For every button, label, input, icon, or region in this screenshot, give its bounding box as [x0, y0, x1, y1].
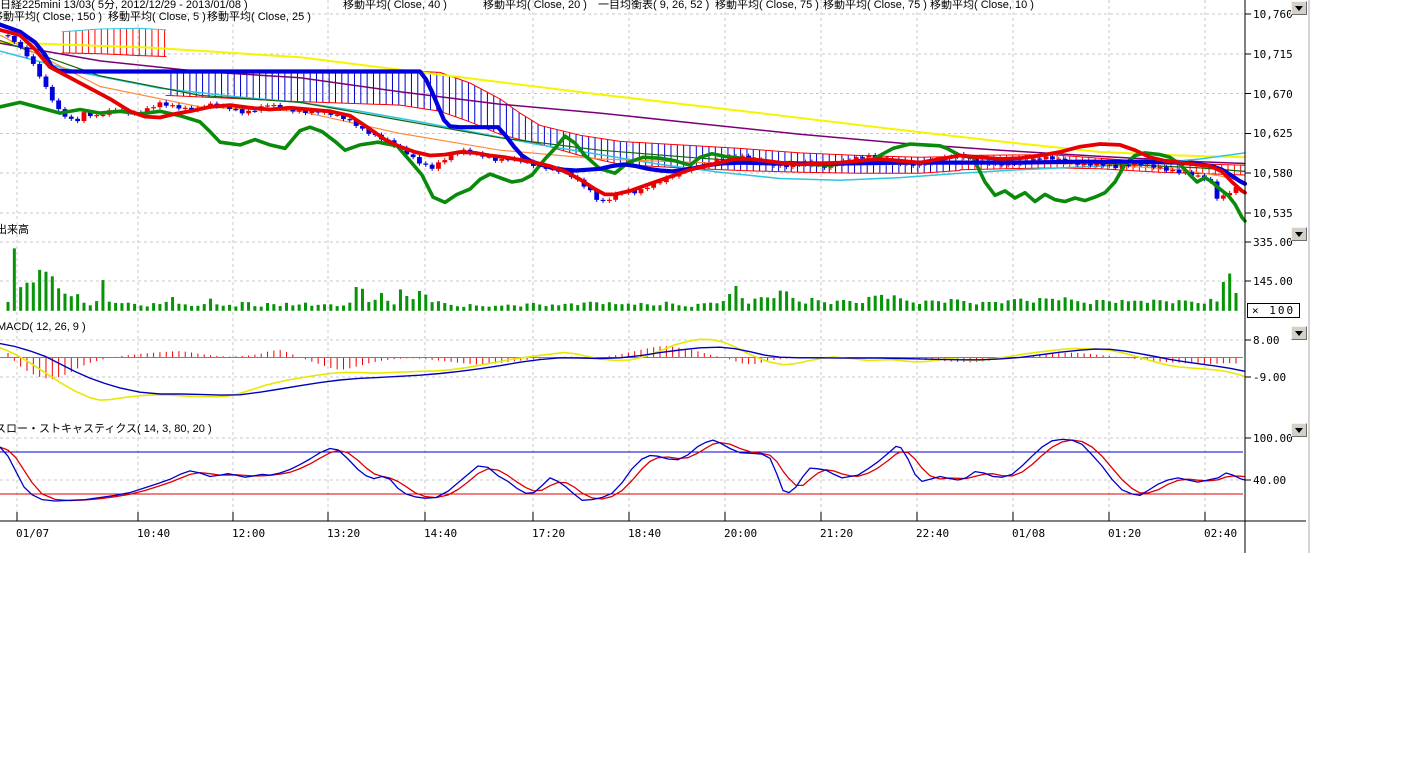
time-axis-label: 01/07	[16, 528, 49, 539]
price-axis-label: 10,670	[1253, 89, 1293, 100]
header-indicator-label: 日経225mini 13/03( 5分, 2012/12/29 - 2013/0…	[0, 0, 248, 11]
time-axis-label: 01:20	[1108, 528, 1141, 539]
volume-multiplier-badge: × 100	[1247, 303, 1300, 318]
stochastics-pane-label: スロー・ストキャスティクス( 14, 3, 80, 20 )	[0, 423, 212, 435]
volume-axis-label: 145.00	[1253, 276, 1293, 287]
chart-canvas	[0, 0, 1426, 560]
price-axis-label: 10,580	[1253, 168, 1293, 179]
header-indicator-label: 移動平均( Close, 20 )	[483, 0, 587, 11]
price-axis-label: 10,715	[1253, 49, 1293, 60]
time-axis-label: 02:40	[1204, 528, 1237, 539]
price-axis-label: 10,535	[1253, 208, 1293, 219]
time-axis-label: 21:20	[820, 528, 853, 539]
time-axis-label: 17:20	[532, 528, 565, 539]
header-indicator-label: 一目均衡表( 9, 26, 52 )	[598, 0, 709, 11]
scale-dropdown-button[interactable]	[1291, 1, 1307, 15]
time-axis-label: 18:40	[628, 528, 661, 539]
volume-pane-label: 出来高	[0, 224, 29, 236]
stoch-axis-label: 40.00	[1253, 475, 1286, 486]
chevron-down-icon	[1295, 6, 1303, 11]
header-indicator-label: 移動平均( Close, 150 )	[0, 12, 102, 23]
header-indicator-label: 移動平均( Close, 10 )	[930, 0, 1034, 11]
chevron-down-icon	[1295, 232, 1303, 237]
header-indicator-label: 移動平均( Close, 75 )	[823, 0, 927, 11]
header-indicator-label: 移動平均( Close, 75 )	[715, 0, 819, 11]
time-axis-label: 12:00	[232, 528, 265, 539]
time-axis-label: 14:40	[424, 528, 457, 539]
scale-dropdown-button[interactable]	[1291, 326, 1307, 340]
time-axis-label: 13:20	[327, 528, 360, 539]
time-axis-label: 22:40	[916, 528, 949, 539]
scale-dropdown-button[interactable]	[1291, 227, 1307, 241]
time-axis-label: 01/08	[1012, 528, 1045, 539]
macd-axis-label: -9.00	[1253, 372, 1286, 383]
header-indicator-label: 移動平均( Close, 5 )	[108, 12, 206, 23]
time-axis-label: 10:40	[137, 528, 170, 539]
volume-axis-label: 335.00	[1253, 237, 1293, 248]
header-indicator-label: 移動平均( Close, 40 )	[343, 0, 447, 11]
time-axis-label: 20:00	[724, 528, 757, 539]
chart-window: 日経225mini 13/03( 5分, 2012/12/29 - 2013/0…	[0, 0, 1426, 768]
price-axis-label: 10,625	[1253, 128, 1293, 139]
macd-pane-label: MACD( 12, 26, 9 )	[0, 321, 86, 333]
scale-dropdown-button[interactable]	[1291, 423, 1307, 437]
chevron-down-icon	[1295, 428, 1303, 433]
header-indicator-label: 移動平均( Close, 25 )	[207, 12, 311, 23]
chevron-down-icon	[1295, 331, 1303, 336]
macd-axis-label: 8.00	[1253, 335, 1280, 346]
price-axis-label: 10,760	[1253, 9, 1293, 20]
stoch-axis-label: 100.00	[1253, 433, 1293, 444]
